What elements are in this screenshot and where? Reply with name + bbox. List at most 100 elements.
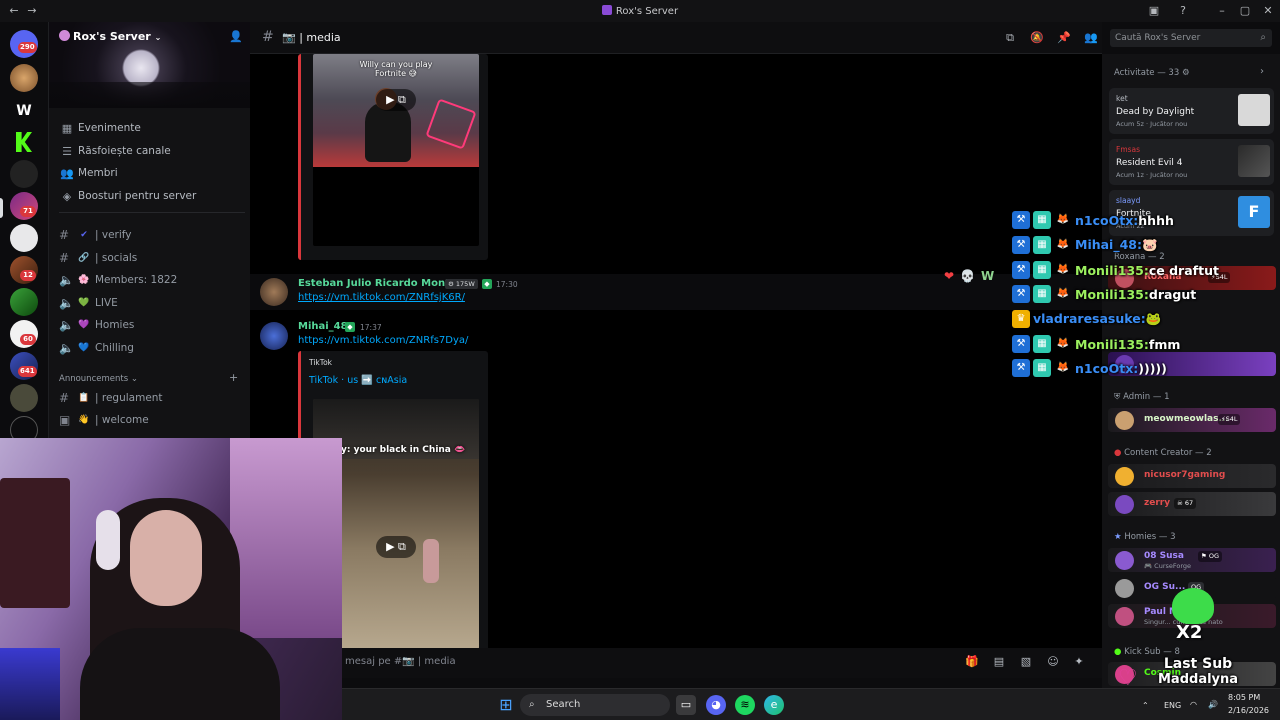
gear-icon: ⚙ [1181,68,1190,78]
pin-icon[interactable]: 📌 [1057,31,1071,45]
role-header-text: Content Creator — 2 [1124,448,1212,458]
activity-card[interactable]: Fmsas Resident Evil 4 Acum 1z · Jucător … [1109,139,1274,185]
server-banner: Rox's Server ⌄ 👤 [49,22,251,108]
clock-time[interactable]: 8:05 PM [1228,693,1260,702]
server-icon-dark[interactable] [10,160,38,188]
channel-regulament[interactable]: # 📋 | regulament [59,388,245,408]
overlay-chat-line: ⚒ ▦ 🦊 n1coOtx:hhhh [1012,210,1174,230]
clock-date[interactable]: 2/16/2026 [1228,706,1269,715]
search-icon: ⌕ [529,699,535,710]
avatar[interactable] [260,322,288,350]
member-row[interactable]: nicusor7gaming [1108,464,1276,488]
channel-socials[interactable]: # 🔗 | socials [59,248,245,268]
windows-start-icon[interactable]: ⊞ [496,695,516,715]
channel-chilling[interactable]: 🔈 💙 Chilling [59,338,245,358]
member-row[interactable]: meowmeowlas... ⚡S4L [1108,408,1276,432]
server-name-button[interactable]: Rox's Server ⌄ [59,30,161,43]
chevron-right-icon[interactable]: › [1260,66,1264,77]
member-tag: ☠ 67 [1174,498,1197,509]
maximize-icon[interactable]: ▢ [1237,3,1253,19]
activity-header: Activitate — 33 ⚙ [1114,68,1190,78]
apps-icon[interactable]: ✦ [1072,655,1086,669]
dm-badge: 290 [18,42,37,53]
video-thumbnail[interactable]: Willy can you play Fortnite 😅 ▶ ⧉ [313,54,479,246]
channel-verify[interactable]: # ✔ | verify [59,225,245,245]
member-row[interactable]: 08 Susa ⚑ OG 🎮 CurseForge [1108,548,1276,572]
sub-badge-icon: ▦ [1033,211,1051,229]
close-icon[interactable]: ✕ [1260,3,1276,19]
spotify-icon[interactable]: ≋ [735,695,755,715]
channel-label: | regulament [95,392,163,404]
camera-icon: 📷 [282,31,296,44]
channel-homies[interactable]: 🔈 💜 Homies [59,315,245,335]
channel-members-count[interactable]: 🔈 🌸 Members: 1822 [59,270,245,290]
taskbar-search[interactable]: ⌕ Search [520,694,670,716]
server-badge-12: 12 [20,270,36,281]
member-status-text: CurseForge [1154,562,1192,570]
sidebar-item-boosts[interactable]: ◈ Boosturi pentru server [59,186,245,206]
member-name: zerry [1144,498,1171,508]
member-list-icon[interactable]: 👥 [1084,31,1098,45]
w-reaction[interactable]: W [981,269,994,283]
message-composer[interactable]: mesaj pe #📷 | media 🎁 ▤ ▧ ☺ ✦ [250,648,1102,678]
server-badge-60: 60 [20,334,36,345]
embed-title[interactable]: TikTok · us ➡️ ᴄɴAsia [309,375,407,386]
emote-badge-icon: 🦊 [1056,264,1070,275]
avatar [1115,579,1134,598]
server-icon-w[interactable]: W [10,97,38,125]
play-button[interactable]: ▶ ⧉ [376,89,416,111]
help-icon[interactable]: ? [1175,3,1191,19]
language-indicator[interactable]: ENG [1164,701,1181,710]
skull-reaction[interactable]: 💀 [960,269,975,283]
channel-live[interactable]: 🔈 💚 LIVE [59,293,245,313]
activity-card[interactable]: ket Dead by Daylight Acum 5z · Jucător n… [1109,88,1274,134]
banner-trees [49,82,251,108]
server-icon-cat[interactable] [10,64,38,92]
search-placeholder: Caută Rox's Server [1115,33,1201,43]
multiplier-text: X2 [1176,622,1203,643]
search-input[interactable]: Caută Rox's Server ⌕ [1110,29,1272,47]
search-icon: ⌕ [1260,32,1266,43]
sticker-icon[interactable]: ▧ [1019,655,1033,669]
heart-reaction[interactable]: ❤ [944,269,954,283]
message-link[interactable]: https://vm.tiktok.com/ZNRfsjK6R/ [298,292,465,303]
overlay-chat-user: Monili135: [1075,286,1149,302]
task-view-icon[interactable]: ▭ [676,695,696,715]
overlay-chat-user: Mihai_48: [1075,237,1142,252]
gift-icon[interactable]: 🎁 [965,655,979,669]
minimize-icon[interactable]: – [1214,3,1230,19]
server-icon-k[interactable] [10,128,38,156]
play-button[interactable]: ▶ ⧉ [376,536,416,558]
sidebar-item-events[interactable]: ▦ Evenimente [59,118,245,138]
tray-chevron-icon[interactable]: ⌃ [1142,701,1149,710]
sidebar-item-browse[interactable]: ☰ Răsfoiește canale [59,141,245,161]
discord-icon[interactable]: ◕ [706,695,726,715]
mute-bell-icon[interactable]: 🔕 [1030,31,1044,45]
member-tag: ⚡S4L [1218,414,1241,425]
emoji-picker-icon[interactable]: ☺ [1046,655,1060,669]
sidebar-item-members[interactable]: 👥 Membri [59,163,245,183]
category-announcements[interactable]: Announcements ⌄ [59,374,138,384]
member-tag: ⚑ OG [1198,551,1223,562]
chat-header: # 📷 | media ⧉ 🔕 📌 👥 [250,22,1102,54]
avatar[interactable] [260,278,288,306]
server-icon-x[interactable] [10,384,38,412]
wifi-icon[interactable]: ◠ [1190,700,1197,709]
caption-line-2: Fortnite [375,69,407,78]
threads-icon[interactable]: ⧉ [1003,31,1017,45]
channel-welcome[interactable]: ▣ 👋 | welcome [59,410,245,430]
server-icon-white[interactable] [10,224,38,252]
message-link[interactable]: https://vm.tiktok.com/ZNRfs7Dya/ [298,335,468,346]
server-icon-green[interactable] [10,288,38,316]
inbox-icon[interactable]: ▣ [1146,3,1162,19]
person-face [130,510,202,606]
volume-icon[interactable]: 🔊 [1208,700,1218,709]
member-row[interactable]: zerry ☠ 67 [1108,492,1276,516]
overlay-chat-line: ⚒ ▦ 🦊 Mihai_48:🐷 [1012,235,1158,255]
message-author[interactable]: Mihai_48 [298,321,348,332]
server-name: Rox's Server [73,30,151,43]
add-channel-icon[interactable]: + [229,371,238,384]
invite-icon[interactable]: 👤 [229,30,243,43]
gif-icon[interactable]: ▤ [992,655,1006,669]
edge-icon[interactable]: e [764,695,784,715]
